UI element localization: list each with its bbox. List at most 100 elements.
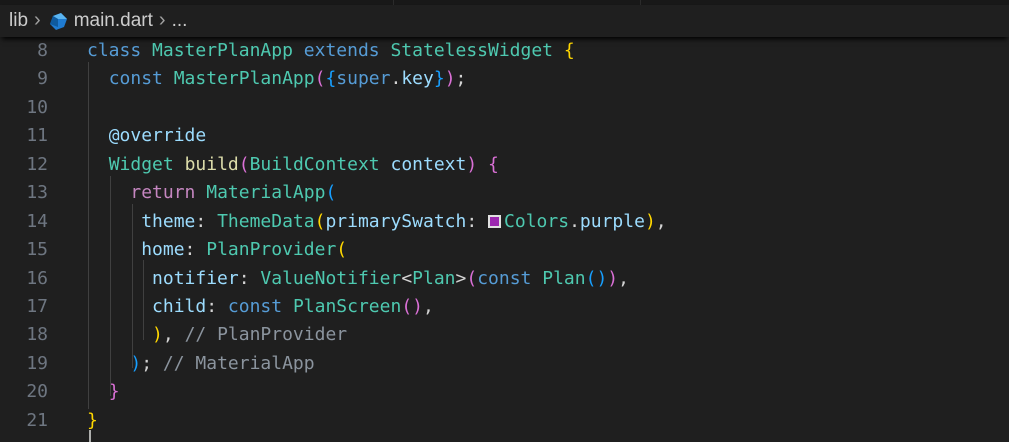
breadcrumb-symbol[interactable]: ... (172, 10, 188, 32)
indent-guide (110, 176, 111, 396)
code-text: Widget build(BuildContext context) { (87, 151, 499, 179)
line-number: 12 (26, 153, 48, 175)
code-token: Plan (542, 267, 586, 289)
code-token: class (87, 40, 142, 61)
code-token: context (390, 153, 467, 175)
breadcrumb-file[interactable]: main.dart (74, 10, 153, 32)
code-token: : (184, 239, 207, 261)
code-token: ) (466, 153, 478, 175)
code-line[interactable]: 14 theme: ThemeData(primarySwatch: Color… (0, 208, 1009, 236)
code-line[interactable]: 16 notifier: ValueNotifier<Plan>(const P… (0, 265, 1009, 293)
code-token: , (423, 295, 434, 317)
line-number: 15 (26, 239, 48, 261)
line-number: 13 (26, 182, 48, 204)
code-token: , (162, 324, 185, 346)
code-token: : (206, 295, 228, 317)
code-token: ; (455, 68, 467, 90)
line-number: 20 (26, 381, 48, 403)
chevron-right-icon: › (158, 8, 166, 31)
code-text: class MasterPlanApp extends StatelessWid… (87, 37, 575, 65)
code-text: ), // PlanProvider (87, 321, 347, 349)
code-text: theme: ThemeData(primarySwatch: Colors.p… (87, 208, 667, 236)
code-token: PlanScreen (292, 295, 402, 317)
code-line[interactable]: 10 (0, 94, 1009, 122)
code-area[interactable]: 8 class MasterPlanApp extends StatelessWi… (0, 37, 1009, 435)
code-line[interactable]: 8 class MasterPlanApp extends StatelessWi… (0, 37, 1009, 65)
indent-guide (143, 260, 144, 340)
line-number: 8 (37, 40, 48, 61)
dart-file-icon (49, 12, 68, 31)
code-token: ) (444, 68, 456, 90)
code-token: ) (152, 324, 163, 346)
code-token: , (655, 210, 667, 232)
code-token: MasterPlanApp (152, 40, 293, 61)
code-token: Widget (108, 153, 174, 175)
code-token: { (325, 68, 337, 90)
line-number: 17 (26, 295, 48, 317)
code-token: ) (644, 210, 656, 232)
code-text: child: const PlanScreen(), (87, 293, 434, 321)
line-number: 11 (26, 125, 48, 147)
code-token: ( (238, 153, 250, 175)
code-token: purple (579, 210, 645, 232)
code-token: key (401, 68, 434, 90)
code-token: ( (336, 239, 348, 261)
code-token: const (108, 68, 163, 90)
code-line[interactable]: 17 child: const PlanScreen(), (0, 293, 1009, 321)
code-editor[interactable]: lib › main.dart › ... 8 class MasterPlanA… (0, 0, 1009, 442)
color-swatch[interactable] (488, 214, 502, 228)
breadcrumb-folder[interactable]: lib (9, 10, 28, 32)
code-line[interactable]: 11 @override (0, 122, 1009, 150)
code-token: MasterPlanApp (173, 68, 315, 90)
code-token: , (618, 267, 629, 289)
code-line[interactable]: 21} (0, 407, 1009, 435)
code-token: extends (303, 40, 380, 61)
code-token: ( (314, 210, 326, 232)
code-token: . (390, 68, 402, 90)
code-line[interactable]: 18 ), // PlanProvider (0, 321, 1009, 349)
indent-guide (88, 62, 89, 409)
code-line[interactable]: 19 ); // MaterialApp (0, 350, 1009, 378)
code-token: home (141, 239, 185, 261)
code-token: ( (466, 267, 478, 289)
line-number: 19 (26, 352, 48, 374)
line-number: 21 (26, 409, 48, 431)
code-token: . (569, 210, 580, 232)
code-line[interactable]: 9 const MasterPlanApp({super.key}); (0, 65, 1009, 93)
code-line[interactable]: 12 Widget build(BuildContext context) { (0, 151, 1009, 179)
code-token: const (227, 295, 283, 317)
code-token: } (433, 68, 445, 90)
code-token: build (184, 153, 239, 175)
line-number: 16 (26, 267, 48, 289)
code-token: > (455, 267, 467, 289)
code-token: ) (607, 267, 619, 289)
line-number: 10 (26, 96, 48, 118)
code-token: ) (412, 295, 423, 317)
breadcrumb: lib › main.dart › ... (0, 5, 1009, 37)
text-cursor (89, 430, 91, 442)
code-line[interactable]: 13 return MaterialApp( (0, 179, 1009, 207)
code-token: : (238, 267, 261, 289)
code-line[interactable]: 15 home: PlanProvider( (0, 236, 1009, 264)
code-token: // MaterialApp (162, 352, 315, 374)
code-line[interactable]: 20 } (0, 378, 1009, 406)
code-token: ( (585, 267, 597, 289)
code-token: theme (141, 210, 196, 232)
code-token: ( (325, 182, 337, 204)
line-number: 18 (26, 324, 48, 346)
code-token: Plan (412, 267, 456, 289)
